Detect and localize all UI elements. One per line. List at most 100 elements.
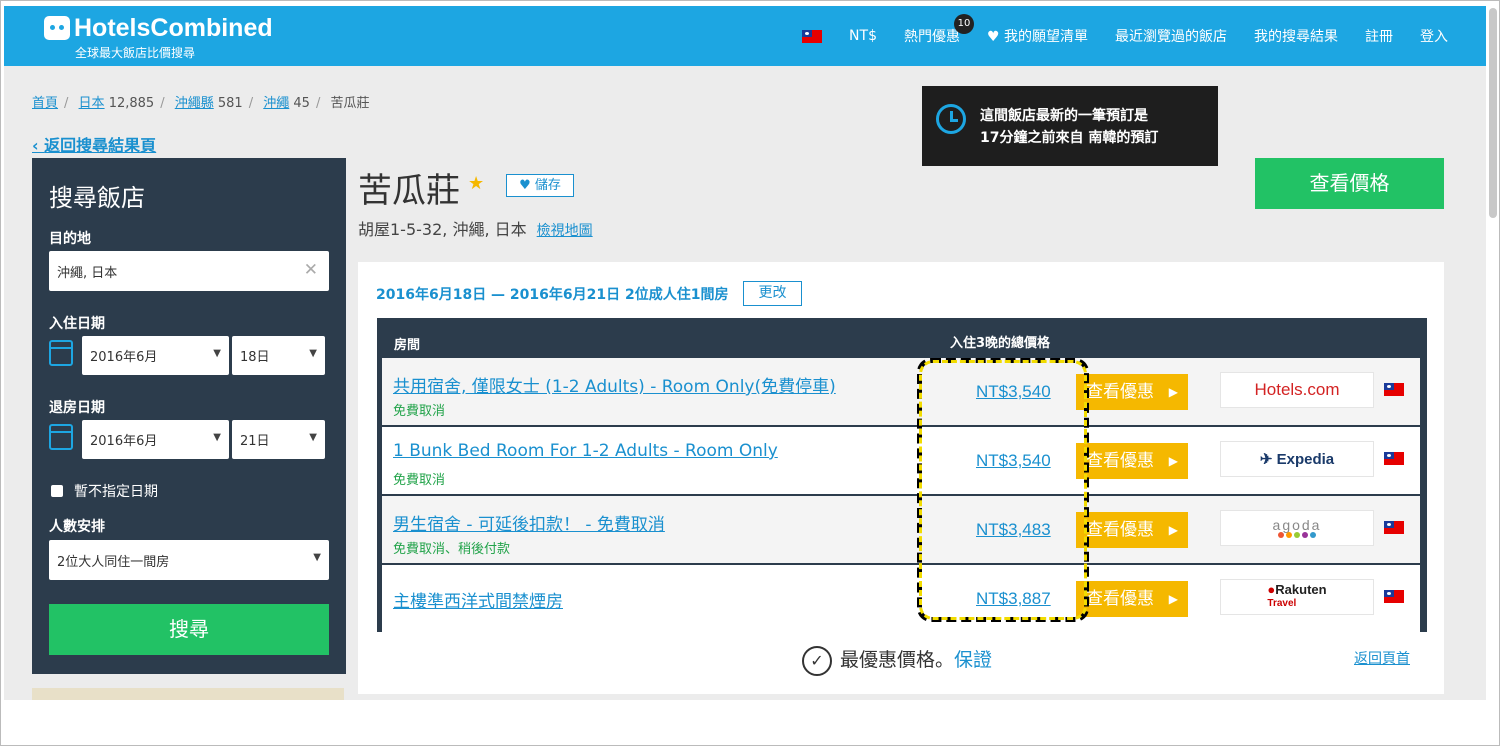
save-button[interactable]: ♥ 儲存 bbox=[506, 174, 574, 197]
table-row: 1 Bunk Bed Room For 1-2 Adults - Room On… bbox=[382, 427, 1420, 494]
view-price-button[interactable]: 查看價格 bbox=[1255, 158, 1444, 209]
room-note: 免費取消、稍後付款 bbox=[393, 542, 511, 557]
destination-label: 目的地 bbox=[49, 231, 91, 247]
breadcrumb-okinawa-pref[interactable]: 沖繩縣 bbox=[175, 96, 214, 111]
chevron-right-icon: ▶ bbox=[1168, 523, 1178, 537]
vendor-logo[interactable]: agoda bbox=[1220, 510, 1374, 546]
checkin-month-select[interactable]: 2016年6月 ▼ bbox=[82, 336, 229, 375]
deal-label: 查看優惠 bbox=[1086, 382, 1154, 402]
chevron-right-icon: ▶ bbox=[1168, 385, 1178, 399]
column-room: 房間 bbox=[394, 338, 421, 353]
stay-dates: 2016年6月18日 — 2016年6月21日 2位成人住1間房 bbox=[376, 287, 729, 303]
price-link[interactable]: NT$3,483 bbox=[976, 520, 1051, 540]
vendor-logo[interactable]: ✈ Expedia bbox=[1220, 441, 1374, 477]
guarantee-link[interactable]: 保證 bbox=[954, 649, 992, 671]
caret-down-icon: ▼ bbox=[213, 432, 221, 443]
checkin-day-select[interactable]: 18日 ▼ bbox=[232, 336, 325, 375]
chevron-left-icon: ‹ bbox=[32, 136, 45, 155]
tooltip-line-1: 這間飯店最新的一筆預訂是 bbox=[980, 108, 1148, 124]
view-deal-button[interactable]: 查看優惠 ▶ bbox=[1076, 512, 1188, 548]
change-dates-button[interactable]: 更改 bbox=[743, 281, 802, 306]
star-icon: ★ bbox=[468, 173, 485, 194]
recent-booking-tooltip: 這間飯店最新的一筆預訂是 17分鐘之前來自 南韓的預訂 bbox=[922, 86, 1218, 166]
guests-select[interactable]: 2位大人同住一間房 ▼ bbox=[49, 540, 329, 580]
taiwan-flag-icon bbox=[1384, 521, 1404, 534]
checkout-day-value: 21日 bbox=[240, 434, 270, 449]
top-navigation-bar: HotelsCombined 全球最大飯店比價搜尋 NT$ 熱門優惠 10 ♥ … bbox=[4, 6, 1486, 66]
breadcrumb-home[interactable]: 首頁 bbox=[32, 96, 58, 111]
caret-down-icon: ▼ bbox=[313, 552, 321, 563]
calendar-icon[interactable] bbox=[49, 424, 73, 450]
breadcrumb: 首頁 / 日本 12,885/ 沖繩縣 581/ 沖繩 45/ 苦瓜莊 bbox=[32, 96, 370, 111]
room-link[interactable]: 1 Bunk Bed Room For 1-2 Adults - Room On… bbox=[393, 441, 778, 461]
map-thumbnail[interactable] bbox=[32, 688, 344, 700]
table-row: 共用宿舍, 僅限女士 (1-2 Adults) - Room Only(免費停車… bbox=[382, 358, 1420, 425]
recently-viewed-link[interactable]: 最近瀏覽過的飯店 bbox=[1115, 26, 1227, 46]
checkin-month-value: 2016年6月 bbox=[90, 350, 158, 365]
caret-down-icon: ▼ bbox=[309, 348, 317, 359]
no-dates-label[interactable]: 暫不指定日期 bbox=[74, 481, 158, 501]
breadcrumb-okinawa[interactable]: 沖繩 bbox=[263, 96, 289, 111]
page: HotelsCombined 全球最大飯店比價搜尋 NT$ 熱門優惠 10 ♥ … bbox=[4, 6, 1486, 700]
address-text: 胡屋1-5-32, 沖繩, 日本 bbox=[358, 220, 527, 239]
checkin-day-value: 18日 bbox=[240, 350, 270, 365]
heart-icon: ♥ bbox=[519, 178, 535, 193]
back-to-top-link[interactable]: 返回頁首 bbox=[1354, 648, 1410, 668]
hotel-address: 胡屋1-5-32, 沖繩, 日本 檢視地圖 bbox=[358, 216, 593, 240]
search-button[interactable]: 搜尋 bbox=[49, 604, 329, 655]
view-map-link[interactable]: 檢視地圖 bbox=[537, 223, 593, 239]
price-link[interactable]: NT$3,887 bbox=[976, 589, 1051, 609]
vendor-name-text: Rakuten bbox=[1275, 582, 1327, 597]
view-deal-button[interactable]: 查看優惠 ▶ bbox=[1076, 581, 1188, 617]
room-link[interactable]: 共用宿舍, 僅限女士 (1-2 Adults) - Room Only(免費停車… bbox=[393, 372, 836, 397]
login-link[interactable]: 登入 bbox=[1420, 26, 1448, 46]
clock-icon bbox=[936, 104, 966, 134]
taiwan-flag-icon bbox=[1384, 590, 1404, 603]
room-link[interactable]: 主樓準西洋式間禁煙房 bbox=[393, 587, 563, 612]
my-search-results-link[interactable]: 我的搜尋結果 bbox=[1254, 26, 1338, 46]
nav-menu: NT$ 熱門優惠 10 ♥ 我的願望清單 最近瀏覽過的飯店 我的搜尋結果 註冊 … bbox=[802, 14, 1448, 46]
caret-down-icon: ▼ bbox=[213, 348, 221, 359]
table-header: 房間 入住3晚的總價格 bbox=[377, 318, 1427, 358]
table-row: 主樓準西洋式間禁煙房 NT$3,887 查看優惠 ▶ ●Rakuten Trave… bbox=[382, 565, 1420, 632]
vendor-name: ✈ Expedia bbox=[1260, 450, 1334, 468]
currency-selector[interactable]: NT$ bbox=[849, 28, 877, 44]
vendor-name: agoda bbox=[1273, 518, 1322, 538]
checkout-day-select[interactable]: 21日 ▼ bbox=[232, 420, 325, 459]
view-deal-button[interactable]: 查看優惠 ▶ bbox=[1076, 374, 1188, 410]
room-link[interactable]: 男生宿舍 - 可延後扣款！ - 免費取消 bbox=[393, 510, 665, 535]
vendor-logo[interactable]: ●Rakuten Travel bbox=[1220, 579, 1374, 615]
guarantee-text: 最優惠價格。 bbox=[840, 649, 955, 671]
hot-deals-link[interactable]: 熱門優惠 10 bbox=[904, 14, 974, 46]
logo-bear-icon bbox=[44, 16, 70, 40]
vendor-subtitle: Travel bbox=[1267, 598, 1297, 609]
view-deal-button[interactable]: 查看優惠 ▶ bbox=[1076, 443, 1188, 479]
destination-input[interactable]: 沖繩, 日本 ✕ bbox=[49, 251, 329, 291]
save-label: 儲存 bbox=[534, 178, 561, 193]
checkout-month-select[interactable]: 2016年6月 ▼ bbox=[82, 420, 229, 459]
taiwan-flag-icon[interactable] bbox=[802, 29, 823, 43]
search-panel-title: 搜尋飯店 bbox=[49, 184, 145, 212]
breadcrumb-current: 苦瓜莊 bbox=[330, 96, 370, 111]
agoda-dots-icon bbox=[1273, 531, 1322, 538]
price-link[interactable]: NT$3,540 bbox=[976, 382, 1051, 402]
vendor-name-text: Expedia bbox=[1276, 451, 1335, 468]
no-dates-checkbox[interactable] bbox=[51, 485, 63, 497]
scrollbar[interactable] bbox=[1489, 8, 1497, 218]
price-link[interactable]: NT$3,540 bbox=[976, 451, 1051, 471]
deal-label: 查看優惠 bbox=[1086, 451, 1154, 471]
logo-tagline: 全球最大飯店比價搜尋 bbox=[75, 46, 196, 60]
column-price: 入住3晚的總價格 bbox=[950, 336, 1051, 351]
register-link[interactable]: 註冊 bbox=[1365, 26, 1393, 46]
wishlist-link[interactable]: ♥ 我的願望清單 bbox=[987, 26, 1088, 46]
clear-icon[interactable]: ✕ bbox=[304, 260, 318, 280]
tooltip-text: 這間飯店最新的一筆預訂是 17分鐘之前來自 南韓的預訂 bbox=[980, 105, 1158, 149]
calendar-icon[interactable] bbox=[49, 340, 73, 366]
plane-icon: ✈ bbox=[1259, 451, 1277, 468]
chevron-right-icon: ▶ bbox=[1168, 592, 1178, 606]
vendor-name: Hotels.com bbox=[1254, 380, 1340, 399]
best-price-guarantee: ✓ 最優惠價格。保證 bbox=[802, 645, 992, 676]
breadcrumb-japan[interactable]: 日本 bbox=[79, 96, 105, 111]
vendor-logo[interactable]: Hotels.com bbox=[1220, 372, 1374, 408]
back-to-results-link[interactable]: ‹ 返回搜尋結果頁 bbox=[32, 132, 156, 156]
